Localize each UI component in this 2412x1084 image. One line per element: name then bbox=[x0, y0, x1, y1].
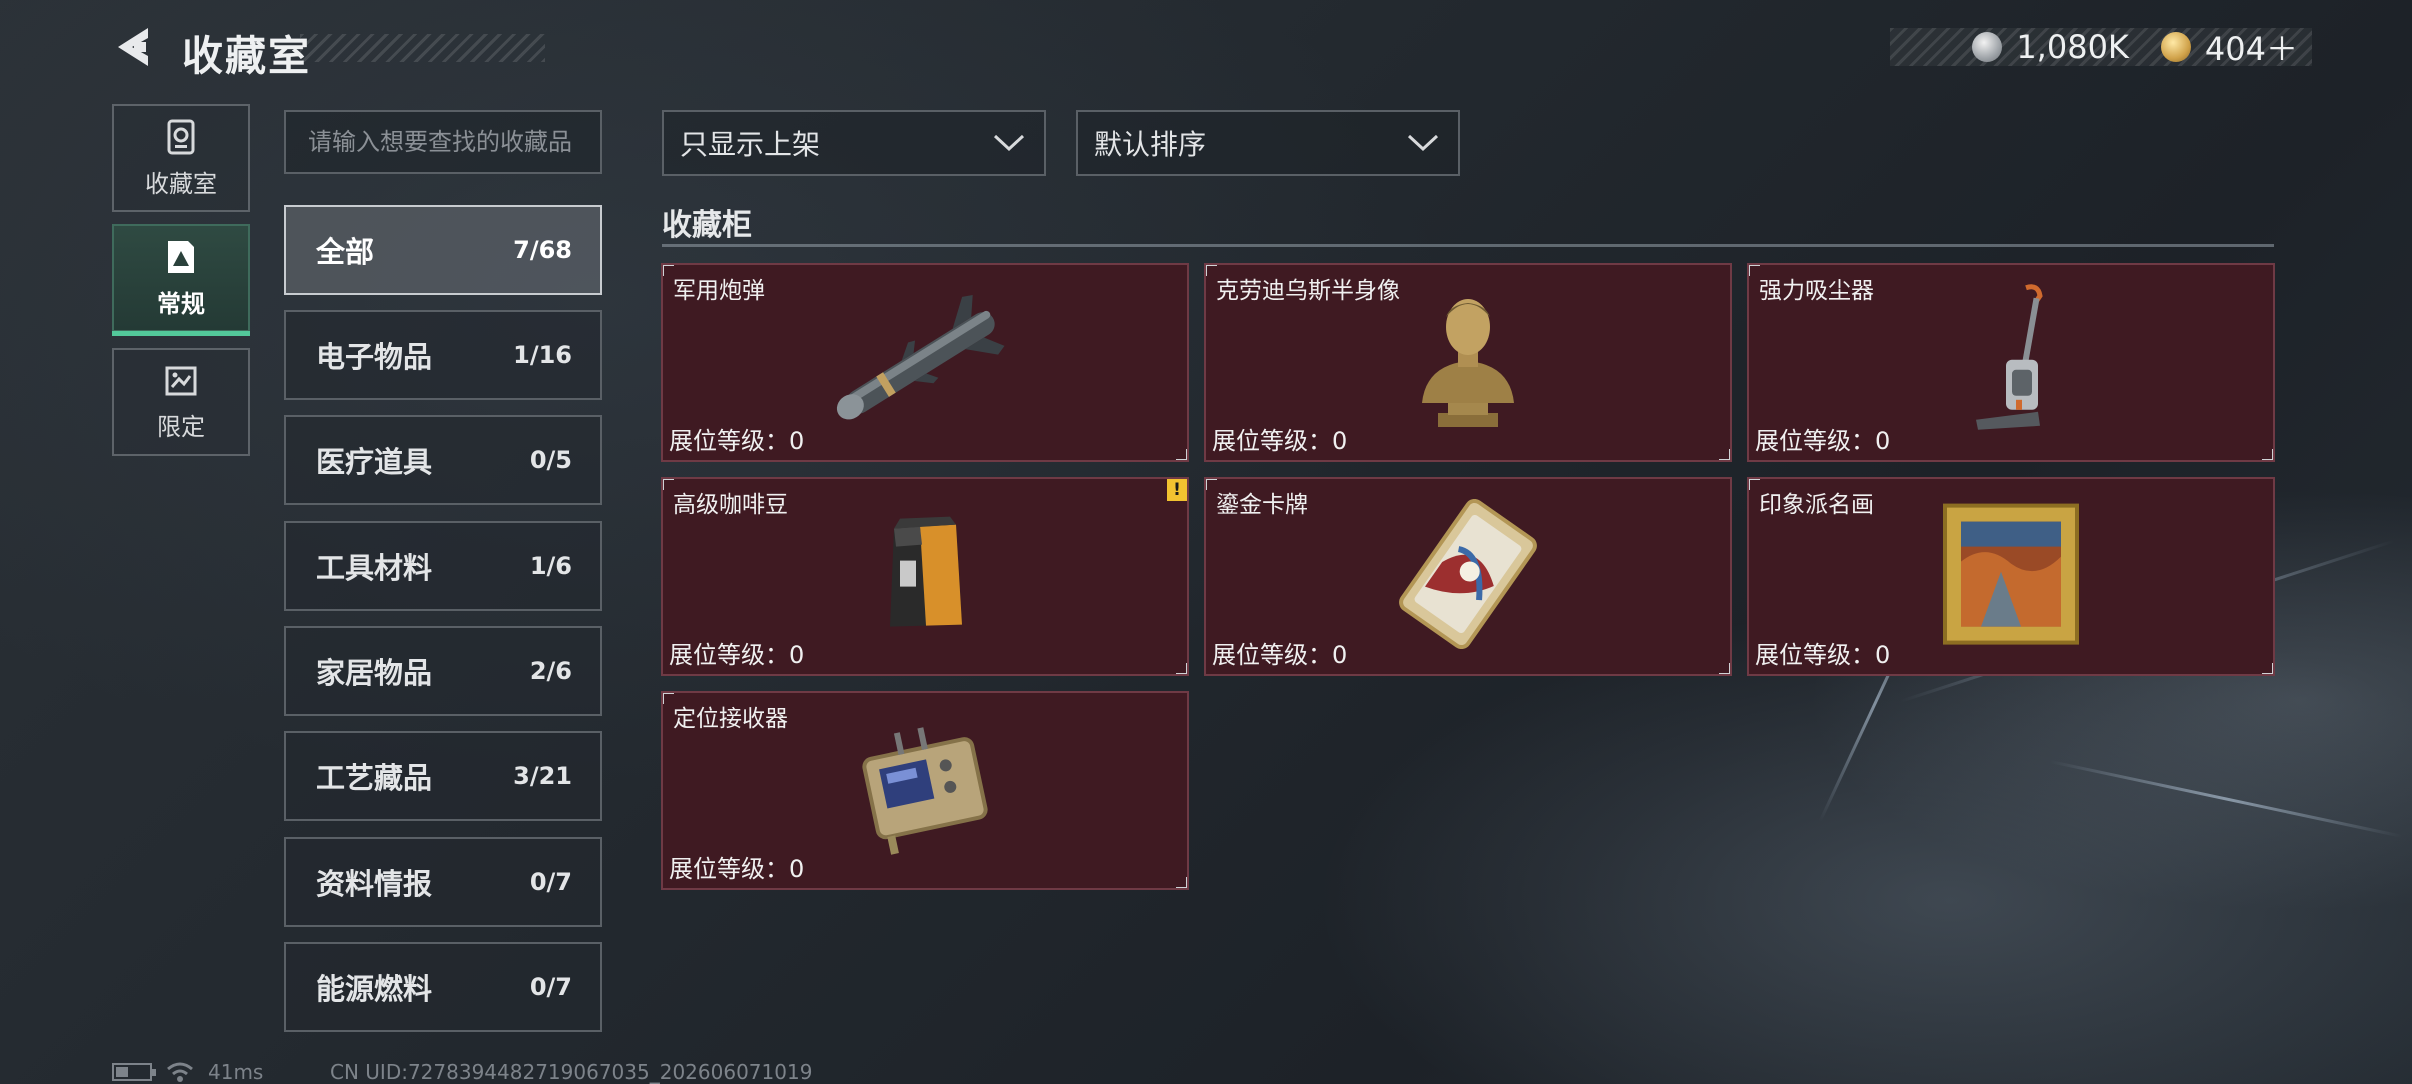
item-display-level: 展位等级：0 bbox=[1755, 641, 1891, 669]
section-title: 收藏柜 bbox=[662, 208, 752, 243]
status-bar: 41ms bbox=[112, 1060, 263, 1084]
wifi-icon bbox=[167, 1062, 193, 1082]
item-display-level: 展位等级：0 bbox=[1212, 427, 1348, 455]
item-name: 克劳迪乌斯半身像 bbox=[1216, 278, 1400, 304]
gold-coin-icon bbox=[2160, 32, 2191, 62]
category-name: 工具材料 bbox=[316, 551, 433, 585]
sort-dropdown[interactable]: 默认排序 bbox=[1076, 110, 1460, 176]
dropdown-value: 默认排序 bbox=[1094, 128, 1207, 161]
framed-painting-icon bbox=[1943, 503, 2079, 645]
category-count: 1/6 bbox=[529, 552, 572, 580]
section-divider bbox=[662, 244, 2274, 247]
top-bar: 收藏室 1,080K 404＋ bbox=[0, 0, 2412, 100]
item-name: 定位接收器 bbox=[673, 706, 788, 732]
limited-icon bbox=[165, 366, 197, 395]
nav-regular[interactable]: 常规 bbox=[112, 224, 250, 336]
item-name: 高级咖啡豆 bbox=[673, 492, 788, 518]
title-decoration bbox=[300, 34, 545, 62]
collection-item-card[interactable]: 印象派名画 展位等级：0 bbox=[1747, 477, 2275, 676]
category-name: 能源燃料 bbox=[316, 972, 433, 1006]
silver-currency-value: 1,080K bbox=[2016, 28, 2129, 66]
category-tools[interactable]: 工具材料 1/6 bbox=[284, 521, 602, 611]
background-streak bbox=[2049, 760, 2403, 838]
category-name: 医疗道具 bbox=[316, 445, 433, 479]
category-intel[interactable]: 资料情报 0/7 bbox=[284, 837, 602, 927]
category-count: 0/5 bbox=[529, 446, 572, 474]
gold-currency-value[interactable]: 404＋ bbox=[2205, 24, 2298, 70]
search-input[interactable] bbox=[284, 110, 602, 174]
category-count: 1/16 bbox=[513, 341, 572, 369]
nav-label: 收藏室 bbox=[145, 169, 217, 198]
item-display-level: 展位等级：0 bbox=[1212, 641, 1348, 669]
item-name: 军用炮弹 bbox=[673, 278, 765, 304]
category-count: 7/68 bbox=[513, 236, 572, 264]
category-name: 全部 bbox=[316, 235, 375, 269]
bust-statue-icon bbox=[1422, 298, 1514, 427]
silver-coin-icon bbox=[1972, 32, 2003, 62]
dropdown-value: 只显示上架 bbox=[680, 128, 821, 161]
item-display-level: 展位等级：0 bbox=[1755, 427, 1891, 455]
collection-item-card[interactable]: 定位接收器 展位等级：0 bbox=[661, 691, 1189, 890]
show-filter-dropdown[interactable]: 只显示上架 bbox=[662, 110, 1046, 176]
warning-badge: ! bbox=[1167, 479, 1187, 501]
page-title: 收藏室 bbox=[182, 32, 311, 80]
user-uid: CN UID:7278394482719067035_202606071019 bbox=[330, 1060, 813, 1084]
nav-label: 限定 bbox=[157, 412, 205, 441]
item-name: 鎏金卡牌 bbox=[1216, 492, 1308, 518]
vacuum-cleaner-icon bbox=[1976, 283, 2043, 430]
battery-icon bbox=[112, 1063, 156, 1081]
back-button[interactable] bbox=[110, 22, 160, 72]
chevron-down-icon bbox=[1407, 134, 1439, 152]
category-fuel[interactable]: 能源燃料 0/7 bbox=[284, 942, 602, 1032]
item-display-level: 展位等级：0 bbox=[669, 427, 805, 455]
collection-item-card[interactable]: 克劳迪乌斯半身像 展位等级：0 bbox=[1204, 263, 1732, 462]
ping-value: 41ms bbox=[208, 1060, 264, 1084]
back-arrow-icon bbox=[118, 28, 148, 66]
gilded-card-icon bbox=[1399, 498, 1537, 649]
category-household[interactable]: 家居物品 2/6 bbox=[284, 626, 602, 716]
nav-limited[interactable]: 限定 bbox=[112, 348, 250, 456]
gps-receiver-icon bbox=[862, 726, 988, 855]
coffee-bag-icon bbox=[890, 516, 962, 627]
category-name: 电子物品 bbox=[316, 340, 433, 374]
category-count: 3/21 bbox=[513, 762, 572, 790]
collection-room-icon bbox=[167, 119, 195, 154]
category-count: 2/6 bbox=[529, 657, 572, 685]
nav-label: 常规 bbox=[157, 289, 205, 318]
item-display-level: 展位等级：0 bbox=[669, 641, 805, 669]
item-display-level: 展位等级：0 bbox=[669, 855, 805, 883]
chevron-down-icon bbox=[993, 134, 1025, 152]
category-name: 工艺藏品 bbox=[316, 761, 433, 795]
category-all[interactable]: 全部 7/68 bbox=[284, 205, 602, 295]
regular-icon bbox=[168, 240, 194, 273]
category-name: 资料情报 bbox=[316, 867, 433, 901]
collection-item-card[interactable]: 军用炮弹 展位等级：0 bbox=[661, 263, 1189, 462]
collection-item-card[interactable]: 强力吸尘器 展位等级：0 bbox=[1747, 263, 2275, 462]
item-name: 印象派名画 bbox=[1759, 492, 1874, 518]
collection-item-card[interactable]: 鎏金卡牌 展位等级：0 bbox=[1204, 477, 1732, 676]
category-medical[interactable]: 医疗道具 0/5 bbox=[284, 415, 602, 505]
category-crafts[interactable]: 工艺藏品 3/21 bbox=[284, 731, 602, 821]
currency-panel: 1,080K 404＋ bbox=[1890, 28, 2312, 68]
category-count: 0/7 bbox=[529, 973, 572, 1001]
nav-collection-room[interactable]: 收藏室 bbox=[112, 104, 250, 212]
item-name: 强力吸尘器 bbox=[1759, 278, 1874, 304]
missile-icon bbox=[836, 294, 1005, 419]
category-count: 0/7 bbox=[529, 868, 572, 896]
category-electronics[interactable]: 电子物品 1/16 bbox=[284, 310, 602, 400]
collection-item-card[interactable]: 高级咖啡豆 ! 展位等级：0 bbox=[661, 477, 1189, 676]
category-name: 家居物品 bbox=[316, 656, 433, 690]
